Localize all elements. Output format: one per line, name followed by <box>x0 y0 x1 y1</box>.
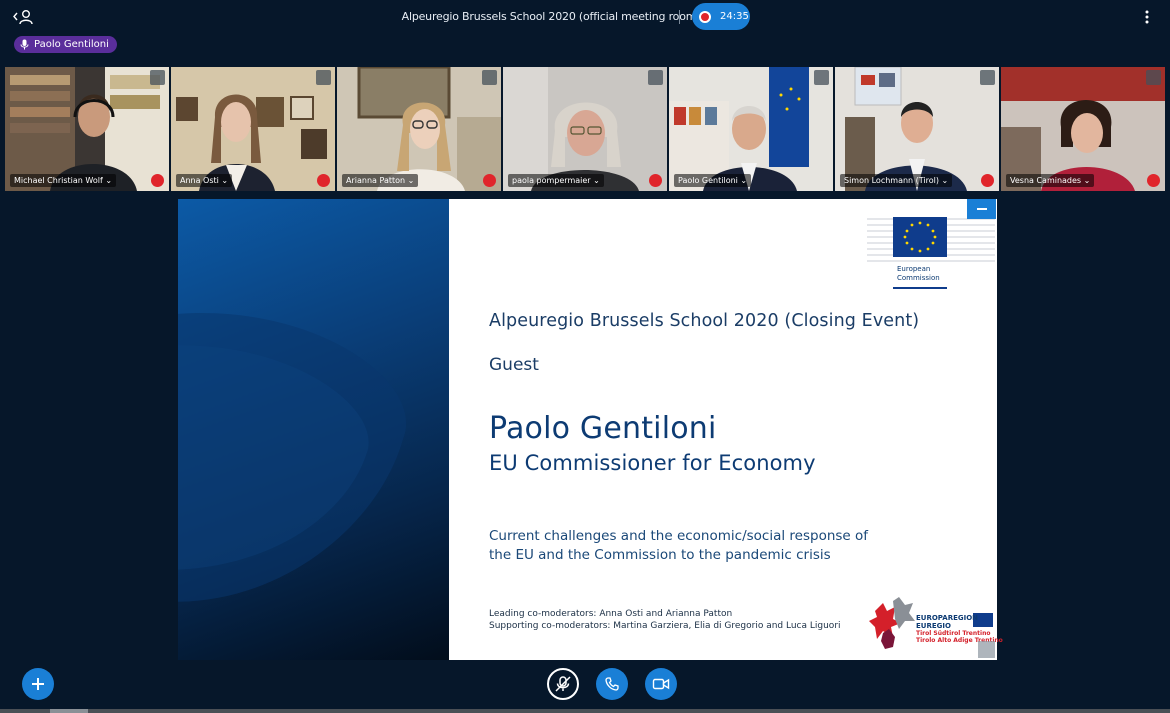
fullscreen-icon[interactable] <box>316 70 331 85</box>
top-bar: Alpeuregio Brussels School 2020 (officia… <box>0 0 1170 34</box>
share-webcam-button[interactable] <box>645 668 677 700</box>
fullscreen-icon[interactable] <box>648 70 663 85</box>
webcam-tile[interactable]: Simon Lochmann (Tirol) ⌄ <box>835 67 999 191</box>
muted-mic-icon <box>1147 174 1160 187</box>
options-menu-button[interactable] <box>1140 9 1154 25</box>
fullscreen-icon[interactable] <box>482 70 497 85</box>
participant-video <box>337 67 501 191</box>
participant-video <box>503 67 667 191</box>
minimize-presentation-button[interactable] <box>967 199 996 219</box>
record-icon <box>699 10 711 23</box>
fullscreen-icon[interactable] <box>814 70 829 85</box>
webcam-username[interactable]: Vesna Caminades ⌄ <box>1006 174 1095 187</box>
webcam-username[interactable]: Arianna Patton ⌄ <box>342 174 419 187</box>
recording-timer: 24:35 <box>720 11 749 22</box>
actions-button[interactable] <box>22 668 54 700</box>
leave-audio-button[interactable] <box>596 668 628 700</box>
slide-guest-name: Paolo Gentiloni <box>489 411 717 446</box>
webcam-username[interactable]: paola pompermaier ⌄ <box>508 174 604 187</box>
muted-mic-icon <box>151 174 164 187</box>
webcam-tile-active[interactable]: Paolo Gentiloni ⌄ <box>669 67 833 191</box>
action-bar <box>0 665 1170 713</box>
phone-icon <box>605 677 619 691</box>
muted-mic-icon <box>483 174 496 187</box>
webcam-tile[interactable]: Michael Christian Wolf ⌄ <box>5 67 169 191</box>
logo-label: European Commission <box>897 265 940 282</box>
slide-supporting-moderators: Supporting co-moderators: Martina Garzie… <box>489 621 841 631</box>
fullscreen-icon[interactable] <box>1146 70 1161 85</box>
talking-indicator[interactable]: Paolo Gentiloni <box>14 36 117 53</box>
camera-icon <box>652 678 670 690</box>
euregio-title: EUROPAREGION EUREGIO <box>916 614 979 630</box>
plus-icon <box>32 678 44 690</box>
webcam-username[interactable]: Anna Osti ⌄ <box>176 174 233 187</box>
slide-leading-moderators: Leading co-moderators: Anna Osti and Ari… <box>489 609 733 619</box>
webcam-tile[interactable]: Anna Osti ⌄ <box>171 67 335 191</box>
microphone-icon <box>20 39 29 50</box>
muted-mic-icon <box>981 174 994 187</box>
fullscreen-presentation-icon[interactable] <box>978 641 995 658</box>
slide-guest-label: Guest <box>489 355 539 375</box>
webcam-tile[interactable]: Arianna Patton ⌄ <box>337 67 501 191</box>
webcam-username[interactable]: Paolo Gentiloni ⌄ <box>674 174 752 187</box>
muted-mic-icon <box>317 174 330 187</box>
slide-event-title: Alpeuregio Brussels School 2020 (Closing… <box>489 311 920 331</box>
fullscreen-icon[interactable] <box>980 70 995 85</box>
webcam-strip: Michael Christian Wolf ⌄ Anna Osti ⌄ Ari… <box>5 67 1169 191</box>
slide-guest-role: EU Commissioner for Economy <box>489 451 816 475</box>
participant-video <box>669 67 833 191</box>
participant-video <box>835 67 999 191</box>
presentation-area: European Commission Alpeuregio Brussels … <box>178 199 1003 660</box>
slide-description: Current challenges and the economic/soci… <box>489 528 869 563</box>
fullscreen-icon[interactable] <box>150 70 165 85</box>
talking-speaker-name: Paolo Gentiloni <box>34 39 109 50</box>
title-divider <box>679 10 680 24</box>
meeting-title: Alpeuregio Brussels School 2020 (officia… <box>401 10 701 23</box>
participant-video <box>171 67 335 191</box>
unmute-button[interactable] <box>547 668 579 700</box>
slide-decoration <box>178 199 449 660</box>
webcam-username[interactable]: Simon Lochmann (Tirol) ⌄ <box>840 174 953 187</box>
webcam-tile[interactable]: paola pompermaier ⌄ <box>503 67 667 191</box>
recording-button[interactable]: 24:35 <box>692 3 750 30</box>
participant-video <box>1001 67 1165 191</box>
window-scrollbar[interactable] <box>0 709 1170 713</box>
webcam-tile[interactable]: Vesna Caminades ⌄ <box>1001 67 1165 191</box>
slide-content: European Commission Alpeuregio Brussels … <box>449 199 1003 660</box>
participant-video <box>5 67 169 191</box>
kebab-menu-icon <box>1145 10 1149 24</box>
webcam-username[interactable]: Michael Christian Wolf ⌄ <box>10 174 117 187</box>
muted-mic-icon <box>649 174 662 187</box>
microphone-muted-icon <box>555 676 571 692</box>
